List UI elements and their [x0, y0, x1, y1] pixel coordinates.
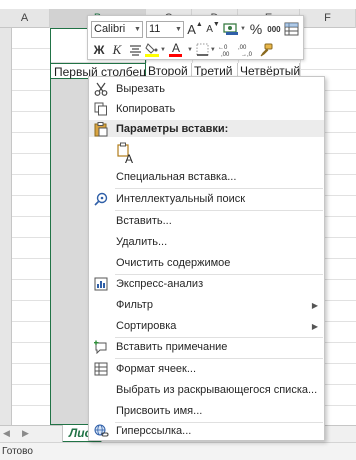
smart-lookup-icon — [92, 191, 110, 207]
menu-item-paste-special[interactable]: Специальная вставка... — [89, 167, 324, 187]
bold-button[interactable]: Ж — [91, 41, 107, 58]
shrink-font-icon: A — [206, 23, 213, 35]
menu-item-sort[interactable]: Сортировка ▶ — [89, 316, 324, 336]
menu-item-label: Выбрать из раскрывающегося списка... — [116, 384, 318, 396]
status-text: Готово — [2, 446, 33, 457]
column-header-a[interactable]: A — [0, 9, 50, 28]
svg-text:A: A — [125, 152, 133, 164]
tab-scroll-right-icon[interactable]: ▶ — [22, 428, 29, 439]
svg-text:→,0: →,0 — [241, 52, 253, 57]
font-name-value: Calibri — [94, 23, 126, 35]
format-painter-button[interactable] — [258, 41, 274, 58]
percent-style-button[interactable]: % — [248, 21, 264, 38]
thousands-label: 000 — [267, 24, 281, 34]
increase-decimal-icon: ←0 ,00 — [218, 45, 230, 57]
menu-item-label: Экспресс-анализ — [116, 278, 204, 290]
chevron-down-icon: ▼ — [240, 26, 246, 32]
column-header-f[interactable]: F — [300, 9, 356, 28]
menu-item-insert[interactable]: Вставить... — [89, 211, 324, 231]
menu-item-pick-from-list[interactable]: Выбрать из раскрывающегося списка... — [89, 380, 324, 400]
row-header-column[interactable] — [0, 28, 12, 428]
chevron-down-icon: ▼ — [175, 25, 182, 33]
menu-item-clear-contents[interactable]: Очистить содержимое — [89, 253, 324, 273]
submenu-arrow-icon: ▶ — [311, 300, 318, 310]
context-menu: Вырезать Копировать Параметры вставки: A — [88, 76, 325, 441]
bold-label: Ж — [93, 42, 105, 57]
decrease-decimal-button[interactable]: ,00 →,0 — [238, 41, 256, 58]
chevron-down-icon: ▼ — [209, 46, 216, 53]
paint-bucket-icon — [145, 43, 159, 57]
menu-item-cut[interactable]: Вырезать — [89, 79, 324, 99]
menu-item-label: Очистить содержимое — [116, 257, 231, 269]
font-name-combo[interactable]: Calibri ▼ — [91, 20, 143, 38]
hyperlink-icon — [92, 423, 110, 439]
menu-item-label: Интеллектуальный поиск — [116, 193, 246, 205]
svg-text:←0: ←0 — [218, 45, 228, 51]
accounting-format-icon — [223, 23, 238, 35]
copy-icon — [92, 101, 110, 117]
paste-icon — [92, 121, 110, 137]
borders-button[interactable]: ▼ — [196, 41, 216, 58]
chevron-down-icon: ▼ — [186, 46, 193, 53]
menu-item-label: Фильтр — [116, 299, 153, 311]
shrink-font-button[interactable]: A ▼ — [205, 21, 221, 38]
menu-item-filter[interactable]: Фильтр ▶ — [89, 295, 324, 315]
menu-item-label: Гиперссылка... — [116, 425, 192, 437]
font-color-button[interactable]: A — [168, 41, 184, 58]
menu-item-paste-option-keep-text[interactable]: A — [89, 140, 324, 166]
format-painter-icon — [260, 43, 273, 56]
number-format-button[interactable]: ▼ — [223, 21, 246, 38]
menu-item-label: Копировать — [116, 103, 176, 115]
borders-icon — [196, 43, 209, 56]
tab-scroll-left-icon[interactable]: ◀ — [3, 428, 10, 439]
mini-toolbar: Calibri ▼ 11 ▼ A ▲ A ▼ ▼ % 000 Ж К ▼ A ▼… — [87, 15, 304, 60]
grow-font-icon: A — [187, 21, 196, 37]
menu-section-paste-options: Параметры вставки: — [89, 120, 324, 137]
menu-item-format-cells[interactable]: Формат ячеек... — [89, 359, 324, 379]
font-size-combo[interactable]: 11 ▼ — [146, 20, 184, 38]
decrease-decimal-icon: ,00 →,0 — [238, 45, 253, 57]
quick-analysis-icon — [92, 276, 110, 292]
format-cells-icon — [92, 361, 110, 377]
svg-text:,00: ,00 — [238, 45, 247, 51]
menu-item-delete[interactable]: Удалить... — [89, 232, 324, 252]
menu-item-label: Сортировка — [116, 320, 177, 332]
comma-style-button[interactable]: 000 — [266, 21, 282, 38]
submenu-arrow-icon: ▶ — [311, 321, 318, 331]
increase-decimal-button[interactable]: ←0 ,00 — [218, 41, 236, 58]
menu-item-hyperlink[interactable]: Гиперссылка... — [89, 421, 324, 441]
font-size-value: 11 — [149, 23, 161, 35]
italic-button[interactable]: К — [109, 41, 125, 58]
chevron-down-icon: ▼ — [134, 25, 141, 33]
font-color-letter: A — [171, 41, 180, 55]
svg-text:,00: ,00 — [221, 52, 230, 57]
menu-item-label: Вырезать — [116, 83, 165, 95]
fill-color-button[interactable]: ▼ — [145, 41, 166, 58]
menu-item-copy[interactable]: Копировать — [89, 99, 324, 119]
menu-item-label: Удалить... — [116, 236, 168, 248]
menu-item-define-name[interactable]: Присвоить имя... — [89, 401, 324, 421]
menu-item-label: Вставить примечание — [116, 341, 228, 353]
menu-item-label: Параметры вставки: — [116, 122, 229, 135]
menu-item-label: Формат ячеек... — [116, 363, 197, 375]
paste-option-icon: A — [115, 142, 137, 164]
scissors-icon — [92, 81, 110, 97]
chevron-down-icon: ▼ — [160, 46, 166, 53]
status-bar: Готово — [0, 442, 356, 460]
percent-label: % — [249, 21, 263, 37]
new-comment-icon — [92, 339, 110, 355]
format-table-button[interactable] — [284, 21, 300, 38]
align-center-button[interactable] — [127, 41, 143, 58]
table-grid-icon — [284, 22, 299, 36]
font-color-swatch — [169, 54, 183, 57]
align-center-icon — [129, 44, 141, 56]
menu-item-label: Присвоить имя... — [116, 405, 203, 417]
italic-label: К — [112, 41, 122, 57]
grow-font-button[interactable]: A ▲ — [187, 21, 203, 38]
menu-item-insert-comment[interactable]: Вставить примечание — [89, 337, 324, 357]
menu-item-label: Вставить... — [116, 215, 172, 227]
menu-item-smart-lookup[interactable]: Интеллектуальный поиск — [89, 189, 324, 209]
menu-item-label: Специальная вставка... — [116, 171, 237, 183]
menu-item-quick-analysis[interactable]: Экспресс-анализ — [89, 274, 324, 294]
